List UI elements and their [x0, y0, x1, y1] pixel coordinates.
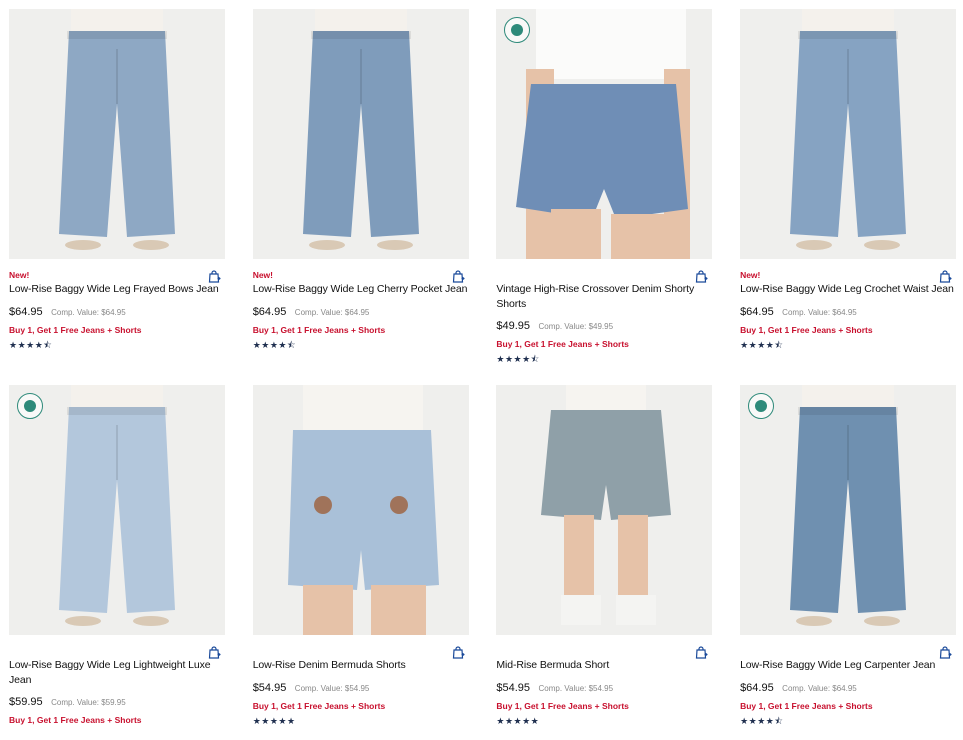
product-price: $64.95 [740, 305, 774, 318]
product-card-8[interactable]: Low-Rise Baggy Wide Leg Carpenter Jean $… [740, 385, 957, 740]
new-badge: New! [9, 270, 30, 280]
comp-value: Comp. Value: $64.95 [51, 307, 126, 317]
product-card-4[interactable]: New! Low-Rise Baggy Wide Leg Crochet Wai… [740, 9, 957, 364]
comp-value: Comp. Value: $64.95 [782, 307, 857, 317]
shopping-bag-plus-icon[interactable] [695, 646, 708, 659]
shopping-bag-plus-icon[interactable] [452, 270, 465, 283]
new-badge [253, 645, 469, 657]
new-badge [740, 645, 956, 657]
comp-value: Comp. Value: $59.95 [51, 698, 126, 707]
promo-text[interactable]: Buy 1, Get 1 Free Jeans + Shorts [740, 700, 956, 712]
new-badge [496, 269, 712, 281]
product-grid-row-2: Low-Rise Baggy Wide Leg Lightweight Luxe… [9, 385, 957, 740]
product-card-6[interactable]: Low-Rise Denim Bermuda Shorts $54.95 Com… [252, 385, 469, 740]
product-price: $54.95 [496, 681, 531, 694]
product-price: $64.95 [740, 681, 774, 694]
product-image[interactable] [496, 385, 713, 635]
new-badge [496, 645, 712, 657]
shopping-bag-plus-icon[interactable] [208, 270, 221, 283]
product-price: $54.95 [252, 681, 287, 694]
product-photo [252, 9, 469, 259]
star-rating: ★★★★★ [496, 715, 540, 726]
promo-text[interactable]: Buy 1, Get 1 Free Jeans + Shorts [9, 324, 225, 336]
comp-value: Comp. Value: $49.95 [538, 322, 614, 331]
product-photo [740, 385, 957, 635]
star-rating: ★★★★⯪ [496, 354, 540, 364]
product-title[interactable]: Low-Rise Baggy Wide Leg Frayed Bows Jean [9, 282, 225, 297]
new-badge: New! [252, 270, 273, 280]
product-grid-row-1: New! Low-Rise Baggy Wide Leg Frayed Bows… [9, 9, 957, 364]
product-image[interactable] [252, 9, 469, 259]
product-price: $59.95 [9, 696, 43, 708]
product-title[interactable]: Low-Rise Baggy Wide Leg Cherry Pocket Je… [253, 282, 469, 297]
star-rating: ★★★★★ [252, 715, 296, 726]
product-price: $49.95 [496, 320, 531, 332]
product-photo [9, 385, 225, 635]
product-card-5[interactable]: Low-Rise Baggy Wide Leg Lightweight Luxe… [9, 385, 225, 740]
comp-value: Comp. Value: $64.95 [782, 683, 857, 693]
product-photo [9, 9, 225, 259]
product-image[interactable] [740, 385, 957, 635]
promo-text[interactable]: Buy 1, Get 1 Free Jeans + Shorts [9, 714, 225, 726]
product-image[interactable] [496, 9, 713, 259]
product-photo [252, 385, 469, 635]
product-title[interactable]: Low-Rise Baggy Wide Leg Lightweight Luxe… [9, 658, 225, 687]
shopping-bag-plus-icon[interactable] [939, 270, 952, 283]
product-title[interactable]: Low-Rise Baggy Wide Leg Crochet Waist Je… [740, 282, 956, 297]
product-photo [496, 9, 713, 259]
shopping-bag-plus-icon[interactable] [208, 646, 221, 659]
product-title[interactable]: Low-Rise Baggy Wide Leg Carpenter Jean [740, 658, 956, 673]
product-card-7[interactable]: Mid-Rise Bermuda Short $54.95 Comp. Valu… [496, 385, 713, 740]
comp-value: Comp. Value: $54.95 [294, 683, 370, 693]
product-title[interactable]: Low-Rise Denim Bermuda Shorts [253, 658, 469, 673]
promo-text[interactable]: Buy 1, Get 1 Free Jeans + Shorts [253, 700, 469, 712]
product-price: $64.95 [252, 305, 287, 318]
shopping-bag-plus-icon[interactable] [695, 270, 708, 283]
star-rating: ★★★★⯪ [740, 339, 784, 350]
new-badge [9, 645, 225, 657]
comp-value: Comp. Value: $64.95 [294, 307, 370, 317]
new-badge: New! [740, 270, 761, 280]
earth-globe-badge-icon [17, 393, 43, 419]
star-rating: ★★★★⯪ [252, 339, 296, 350]
promo-text[interactable]: Buy 1, Get 1 Free Jeans + Shorts [740, 324, 956, 336]
product-title[interactable]: Vintage High-Rise Crossover Denim Shorty… [496, 282, 712, 311]
promo-text[interactable]: Buy 1, Get 1 Free Jeans + Shorts [496, 700, 712, 712]
promo-text[interactable]: Buy 1, Get 1 Free Jeans + Shorts [496, 338, 712, 350]
product-card-2[interactable]: New! Low-Rise Baggy Wide Leg Cherry Pock… [252, 9, 469, 364]
product-image[interactable] [740, 9, 957, 259]
star-rating: ★★★★⯪ [9, 339, 53, 350]
product-photo [496, 385, 713, 635]
product-title[interactable]: Mid-Rise Bermuda Short [496, 658, 712, 673]
product-image[interactable] [9, 385, 225, 635]
comp-value: Comp. Value: $54.95 [538, 683, 614, 693]
product-card-1[interactable]: New! Low-Rise Baggy Wide Leg Frayed Bows… [9, 9, 225, 364]
product-image[interactable] [252, 385, 469, 635]
promo-text[interactable]: Buy 1, Get 1 Free Jeans + Shorts [253, 324, 469, 336]
product-photo [740, 9, 957, 259]
product-image[interactable] [9, 9, 225, 259]
product-card-3[interactable]: Vintage High-Rise Crossover Denim Shorty… [496, 9, 713, 364]
star-rating: ★★★★⯪ [740, 715, 784, 726]
earth-globe-badge-icon [748, 393, 775, 419]
product-price: $64.95 [9, 305, 43, 318]
shopping-bag-plus-icon[interactable] [939, 646, 952, 659]
shopping-bag-plus-icon[interactable] [452, 646, 465, 659]
